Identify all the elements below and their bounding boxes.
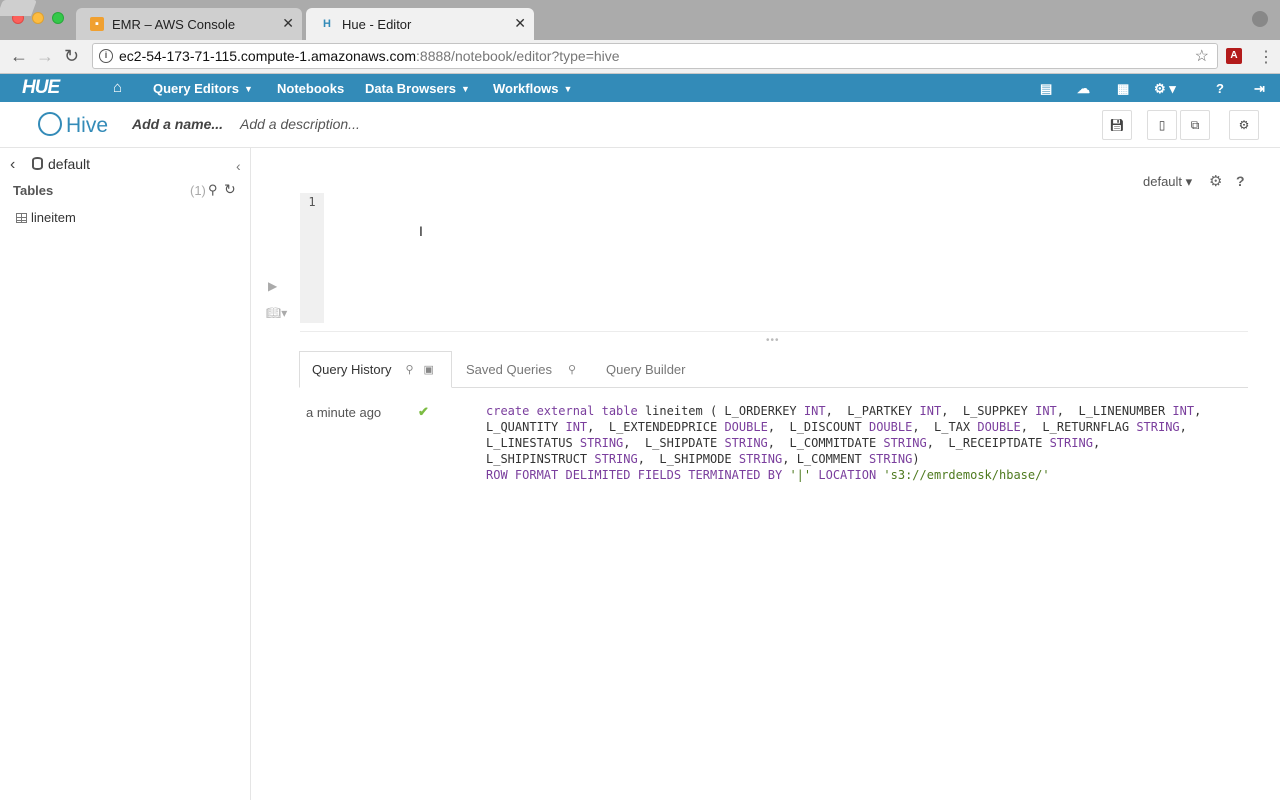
close-tab-icon[interactable]: ✕ — [282, 15, 294, 32]
nav-data-browsers[interactable]: Data Browsers ▼ — [365, 81, 470, 96]
query-line: L_LINESTATUS STRING, L_SHIPDATE STRING, … — [486, 436, 1101, 450]
tab-label: Saved Queries — [466, 362, 552, 377]
query-line: L_QUANTITY INT, L_EXTENDEDPRICE DOUBLE, … — [486, 420, 1187, 434]
table-icon[interactable]: ▦ — [1117, 81, 1129, 97]
cloud-icon[interactable]: ☁ — [1077, 81, 1090, 97]
nav-label: Query Editors — [153, 81, 239, 96]
tab-label: Query History — [312, 362, 392, 377]
hue-navbar: HUE ⌂ Query Editors ▼ Notebooks Data Brow… — [0, 74, 1280, 102]
home-icon[interactable]: ⌂ — [113, 79, 122, 96]
back-chevron-icon[interactable]: ‹ — [10, 156, 15, 174]
reload-icon[interactable]: ↻ — [64, 46, 79, 67]
query-description-field[interactable]: Add a description... — [240, 116, 360, 132]
hive-logo-icon — [38, 112, 62, 136]
minimize-window-button[interactable] — [32, 12, 44, 24]
tab-query-builder[interactable]: Query Builder — [606, 351, 685, 388]
chevron-down-icon: ▼ — [461, 83, 470, 94]
url-path: :8888/notebook/editor?type=hive — [416, 48, 620, 64]
help-icon[interactable]: ? — [1216, 81, 1224, 96]
calendar-icon[interactable]: ▣ — [424, 363, 434, 376]
code-editor[interactable] — [324, 193, 1244, 323]
save-icon: 💾︎ — [1109, 118, 1125, 132]
divider — [300, 331, 1248, 332]
hue-logo[interactable]: HUE — [22, 77, 60, 99]
new-doc-icon: ▯ — [1158, 118, 1166, 132]
collapse-panel-icon[interactable]: ‹ — [236, 158, 241, 174]
logout-icon[interactable]: ⇥ — [1254, 81, 1265, 97]
hue-favicon-icon: H — [323, 18, 331, 30]
search-icon[interactable]: ⚲ — [208, 182, 218, 198]
run-icon[interactable]: ▶ — [268, 279, 277, 293]
settings-button[interactable]: ⚙ — [1229, 110, 1259, 140]
browser-menu-icon[interactable]: ⋮ — [1258, 47, 1274, 67]
line-number: 1 — [308, 195, 316, 209]
chevron-down-icon: ▼ — [563, 83, 573, 94]
tab-query-history[interactable]: Query History ⚲ ▣ — [299, 351, 452, 388]
browser-tab-emr[interactable]: ▪ EMR – AWS Console ✕ — [76, 8, 302, 40]
database-name[interactable]: default — [48, 156, 90, 172]
tab-title: Hue - Editor — [342, 16, 412, 32]
gear-icon[interactable]: ⚙ — [1209, 172, 1222, 190]
search-icon[interactable]: ⚲ — [405, 363, 413, 376]
assist-panel: ‹ default ‹ Tables (1) ⚲ ↻ lineitem — [0, 148, 251, 800]
history-query[interactable]: create external table lineitem ( L_ORDER… — [486, 403, 1201, 483]
back-arrow-icon[interactable]: ← — [10, 46, 28, 67]
table-item-lineitem[interactable]: lineitem — [16, 210, 76, 225]
tab-saved-queries[interactable]: Saved Queries ⚲ — [466, 351, 576, 388]
url-host: ec2-54-173-71-115.compute-1.amazonaws.co… — [119, 48, 417, 64]
editor-type-title: Hive — [66, 114, 109, 137]
refresh-icon[interactable]: ↻ — [224, 181, 236, 198]
database-select[interactable]: default ▾ — [1143, 174, 1192, 190]
bookmark-star-icon[interactable]: ☆ — [1195, 46, 1209, 66]
zoom-window-button[interactable] — [52, 12, 64, 24]
database-icon — [32, 157, 43, 170]
profile-icon[interactable] — [1252, 11, 1268, 27]
resize-handle[interactable]: ••• — [766, 335, 780, 346]
tables-heading: Tables — [13, 183, 54, 198]
database-select-value: default — [1143, 174, 1183, 189]
file-icon[interactable]: ▤ — [1040, 81, 1052, 97]
tags-icon: ⧉ — [1190, 117, 1200, 132]
history-time: a minute ago — [306, 405, 382, 420]
url-input[interactable]: i ec2-54-173-71-115.compute-1.amazonaws.… — [92, 43, 1218, 69]
tab-label: Query Builder — [606, 362, 686, 377]
forward-arrow-icon[interactable]: → — [36, 46, 54, 67]
result-tabs: Query History ⚲ ▣ Saved Queries ⚲ Query … — [299, 351, 1248, 388]
save-button[interactable]: 💾︎ — [1102, 110, 1132, 140]
editor-header: Hive Add a name... Add a description... … — [0, 102, 1280, 148]
settings-icon: ⚙ — [1238, 118, 1250, 132]
cogs-icon[interactable]: ⚙ ▾ — [1154, 81, 1176, 97]
success-check-icon: ✔ — [418, 404, 429, 419]
close-tab-icon[interactable]: ✕ — [514, 15, 526, 32]
aws-favicon-icon: ▪ — [90, 17, 104, 31]
chevron-down-icon: ▼ — [243, 83, 253, 94]
query-line: ROW FORMAT DELIMITED FIELDS TERMINATED B… — [486, 468, 1050, 482]
nav-workflows[interactable]: Workflows ▼ — [493, 81, 572, 96]
address-bar: ← → ↻ i ec2-54-173-71-115.compute-1.amaz… — [0, 40, 1280, 74]
site-info-icon[interactable]: i — [99, 49, 113, 63]
new-query-button[interactable]: ▯ — [1147, 110, 1177, 140]
nav-label: Workflows — [493, 81, 559, 96]
new-tab-button[interactable] — [0, 0, 37, 16]
tags-button[interactable]: ⧉ — [1180, 110, 1210, 140]
snippet-book-icon[interactable]: 📖︎▾ — [266, 306, 287, 320]
pdf-extension-icon[interactable]: A — [1226, 48, 1242, 64]
nav-label: Notebooks — [277, 81, 345, 96]
nav-query-editors[interactable]: Query Editors ▼ — [153, 81, 253, 96]
query-name-field[interactable]: Add a name... — [132, 116, 223, 132]
query-line: L_SHIPINSTRUCT STRING, L_SHIPMODE STRING… — [486, 452, 920, 466]
tab-title: EMR – AWS Console — [112, 16, 236, 32]
search-icon[interactable]: ⚲ — [568, 363, 576, 376]
table-name: lineitem — [31, 210, 76, 225]
text-cursor-icon: I — [419, 223, 423, 239]
tables-count: (1) — [190, 183, 206, 198]
line-number-gutter: 1 — [300, 193, 324, 323]
browser-tab-bar: ▪ EMR – AWS Console ✕ H Hue - Editor ✕ — [0, 0, 1280, 40]
query-line: create external table lineitem ( L_ORDER… — [486, 404, 1202, 418]
nav-label: Data Browsers — [365, 81, 457, 96]
table-icon — [16, 212, 27, 223]
nav-notebooks[interactable]: Notebooks — [277, 81, 344, 96]
question-icon[interactable]: ? — [1236, 173, 1245, 189]
browser-tab-hue[interactable]: H Hue - Editor ✕ — [306, 8, 534, 40]
